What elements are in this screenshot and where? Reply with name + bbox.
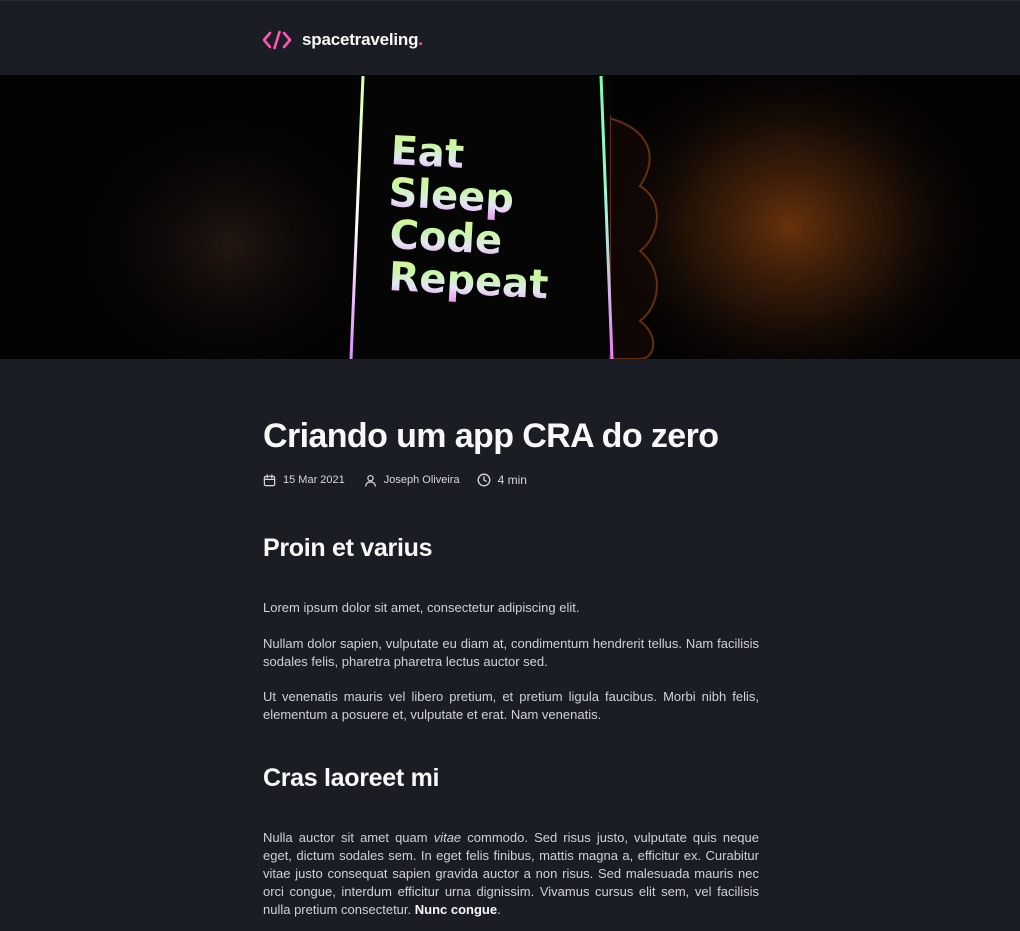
- section-paragraph: Lorem ipsum dolor sit amet, consectetur …: [263, 600, 580, 615]
- brand-name: spacetraveling: [302, 30, 419, 49]
- brand-dot: .: [418, 30, 423, 49]
- post-article: Criando um app CRA do zero 15 Mar 2021 J…: [263, 410, 759, 917]
- post-title: Criando um app CRA do zero: [263, 417, 719, 455]
- section-paragraph: Nulla auctor sit amet quam vitae commodo…: [263, 830, 759, 917]
- post-date-text: 15 Mar 2021: [283, 474, 345, 486]
- calendar-icon: [263, 473, 283, 487]
- section-paragraph: Nullam dolor sapien, vulputate eu diam a…: [263, 636, 759, 669]
- section-heading: Proin et varius: [263, 534, 433, 562]
- section-paragraph: Ut venenatis mauris vel libero pretium, …: [263, 689, 759, 722]
- post-reading-time-text: 4 min: [497, 473, 527, 487]
- post-author: Joseph Oliveira: [364, 474, 460, 487]
- post-date: 15 Mar 2021: [263, 473, 345, 487]
- bold-text: Nunc congue: [414, 902, 498, 917]
- code-brackets-icon: [262, 30, 292, 50]
- post-reading-time: 4 min: [477, 473, 527, 487]
- banner-line-4: Repeat: [387, 254, 549, 308]
- section-heading: Cras laoreet mi: [263, 764, 440, 792]
- site-header: spacetraveling.: [0, 0, 1020, 76]
- post-author-text: Joseph Oliveira: [383, 474, 460, 486]
- post-banner-image: Eat Sleep Code Repeat: [0, 76, 1020, 359]
- clock-icon: [477, 473, 498, 487]
- user-icon: [364, 474, 384, 487]
- post-meta: 15 Mar 2021 Joseph Oliveira 4 min: [263, 473, 527, 487]
- home-logo-link[interactable]: spacetraveling.: [262, 28, 423, 52]
- italic-text: vitae: [433, 830, 462, 845]
